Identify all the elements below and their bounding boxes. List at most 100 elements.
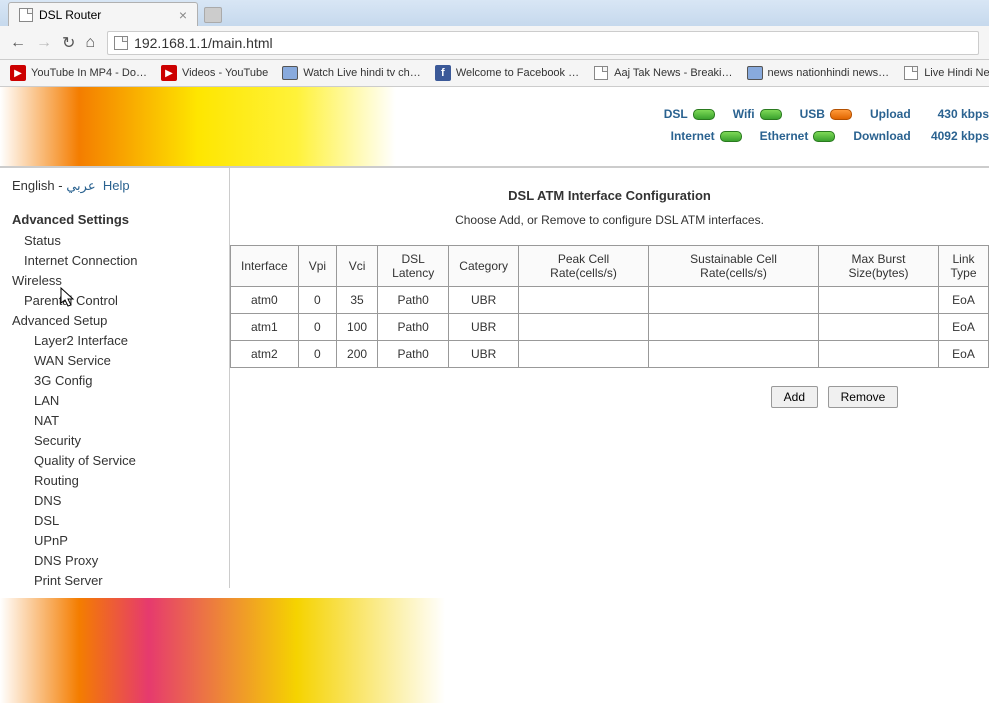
- menu-sub-item[interactable]: NAT: [12, 411, 229, 431]
- menu-sub-item[interactable]: 3G Config: [12, 371, 229, 391]
- table-cell: [649, 314, 819, 341]
- table-header: Vpi: [298, 246, 336, 287]
- bookmark-item[interactable]: news nationhindi news…: [747, 65, 890, 81]
- table-cell: UBR: [449, 287, 519, 314]
- menu-sub-item[interactable]: Quality of Service: [12, 451, 229, 471]
- page-title: DSL ATM Interface Configuration: [230, 188, 989, 203]
- remove-button[interactable]: Remove: [828, 386, 899, 408]
- bookmark-label: Aaj Tak News - Breaki…: [614, 67, 732, 79]
- status-wifi: Wifi: [733, 107, 782, 121]
- menu-item-wireless[interactable]: Wireless: [12, 273, 62, 288]
- atm-table: InterfaceVpiVciDSL LatencyCategoryPeak C…: [230, 245, 989, 368]
- browser-tab[interactable]: DSL Router ×: [8, 2, 198, 26]
- language-links: English - عربي Help: [12, 178, 229, 194]
- table-cell: [819, 287, 939, 314]
- table-row: atm10100Path0UBREoA: [231, 314, 989, 341]
- bookmark-label: Videos - YouTube: [182, 67, 268, 79]
- table-header: Sustainable Cell Rate(cells/s): [649, 246, 819, 287]
- led-icon: [720, 131, 742, 142]
- reload-icon[interactable]: ↻: [62, 33, 75, 53]
- table-cell: 0: [298, 341, 336, 368]
- table-cell: 0: [298, 314, 336, 341]
- table-header: Vci: [337, 246, 378, 287]
- led-icon: [813, 131, 835, 142]
- close-icon[interactable]: ×: [179, 8, 187, 22]
- page-subtitle: Choose Add, or Remove to configure DSL A…: [230, 213, 989, 227]
- table-cell: Path0: [378, 287, 449, 314]
- bookmark-icon: ▶: [161, 65, 177, 81]
- footer-decoration: [0, 598, 989, 703]
- table-header: Link Type: [939, 246, 989, 287]
- menu-item-advanced[interactable]: Advanced Setup: [12, 313, 107, 328]
- menu-item-status[interactable]: Status: [12, 231, 229, 251]
- bookmark-icon: [593, 65, 609, 81]
- download-rate: Download 4092 kbps: [853, 129, 989, 143]
- menu-sub-item[interactable]: UPnP: [12, 531, 229, 551]
- bookmark-label: Live Hindi News: Wa: [924, 67, 989, 79]
- table-cell: 200: [337, 341, 378, 368]
- back-icon[interactable]: ←: [10, 34, 26, 52]
- table-header: DSL Latency: [378, 246, 449, 287]
- bookmarks-bar: ▶YouTube In MP4 - Do…▶Videos - YouTubeWa…: [0, 60, 989, 87]
- table-cell: 35: [337, 287, 378, 314]
- bookmark-item[interactable]: ▶YouTube In MP4 - Do…: [10, 65, 147, 81]
- bookmark-label: Watch Live hindi tv ch…: [303, 67, 421, 79]
- table-header: Category: [449, 246, 519, 287]
- tab-title: DSL Router: [39, 8, 101, 22]
- menu-sub-item[interactable]: WAN Service: [12, 351, 229, 371]
- url-text: 192.168.1.1/main.html: [134, 35, 273, 51]
- table-cell: 0: [298, 287, 336, 314]
- led-icon: [830, 109, 852, 120]
- bookmark-item[interactable]: Aaj Tak News - Breaki…: [593, 65, 732, 81]
- bookmark-icon: [747, 65, 763, 81]
- bookmark-item[interactable]: Live Hindi News: Wa: [903, 65, 989, 81]
- status-ethernet: Ethernet: [760, 129, 836, 143]
- menu-item-internet[interactable]: Internet Connection: [12, 251, 229, 271]
- menu-sub-item[interactable]: Print Server: [12, 571, 229, 588]
- forward-icon[interactable]: →: [36, 34, 52, 52]
- bookmark-item[interactable]: ▶ Videos - YouTube: [161, 65, 268, 81]
- menu-sub-item[interactable]: Routing: [12, 471, 229, 491]
- table-cell: atm1: [231, 314, 299, 341]
- table-cell: atm0: [231, 287, 299, 314]
- menu-sub-item[interactable]: LAN: [12, 391, 229, 411]
- lang-arabic[interactable]: عربي: [66, 178, 95, 193]
- status-bar: DSL Wifi USB Upload 430 kbps Internet Et…: [664, 107, 989, 143]
- lang-english[interactable]: English: [12, 178, 55, 193]
- new-tab-button[interactable]: [204, 7, 222, 23]
- status-usb: USB: [800, 107, 852, 121]
- home-icon[interactable]: ⌂: [85, 34, 95, 52]
- table-cell: atm2: [231, 341, 299, 368]
- bookmark-item[interactable]: Watch Live hindi tv ch…: [282, 65, 421, 81]
- help-link[interactable]: Help: [103, 178, 130, 193]
- table-cell: UBR: [449, 341, 519, 368]
- bookmark-label: Welcome to Facebook …: [456, 67, 579, 79]
- table-cell: EoA: [939, 287, 989, 314]
- menu-sub-item[interactable]: Layer2 Interface: [12, 331, 229, 351]
- browser-toolbar: ← → ↻ ⌂ 192.168.1.1/main.html: [0, 26, 989, 60]
- table-cell: [519, 341, 649, 368]
- table-row: atm20200Path0UBR EoA: [231, 341, 989, 368]
- add-button[interactable]: Add: [771, 386, 818, 408]
- bookmark-icon: f: [435, 65, 451, 81]
- status-dsl: DSL: [664, 107, 715, 121]
- bookmark-icon: [282, 65, 298, 81]
- menu-sub-item[interactable]: DNS: [12, 491, 229, 511]
- table-header: Max Burst Size(bytes): [819, 246, 939, 287]
- table-cell: [519, 314, 649, 341]
- bookmark-item[interactable]: f Welcome to Facebook …: [435, 65, 579, 81]
- bookmark-icon: ▶: [10, 65, 26, 81]
- browser-tabstrip: DSL Router ×: [0, 0, 989, 26]
- status-internet: Internet: [671, 129, 742, 143]
- menu-sub-item[interactable]: Security: [12, 431, 229, 451]
- table-cell: EoA: [939, 341, 989, 368]
- menu-item-parental[interactable]: Parental Control: [12, 291, 229, 311]
- router-header: DSL Wifi USB Upload 430 kbps Internet Et…: [0, 87, 989, 167]
- sidebar: English - عربي Help Advanced Settings St…: [0, 168, 230, 588]
- led-icon: [693, 109, 715, 120]
- menu-sub-item[interactable]: DSL: [12, 511, 229, 531]
- table-cell: Path0: [378, 341, 449, 368]
- menu-sub-item[interactable]: DNS Proxy: [12, 551, 229, 571]
- table-cell: [519, 287, 649, 314]
- url-input[interactable]: 192.168.1.1/main.html: [107, 31, 979, 55]
